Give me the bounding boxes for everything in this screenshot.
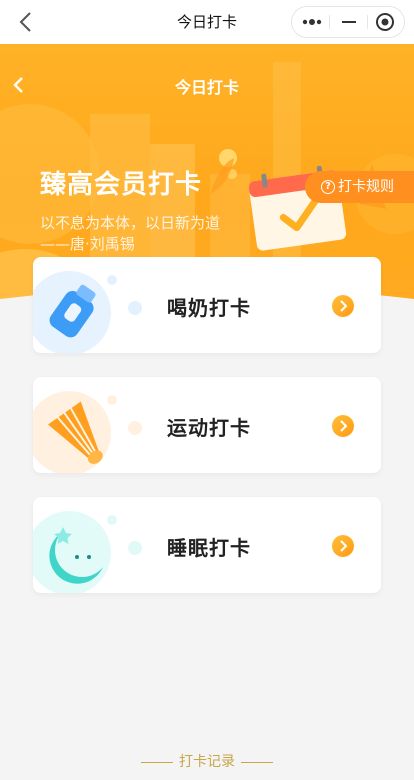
- close-miniprogram-button[interactable]: [368, 7, 406, 37]
- decor-dot: [128, 301, 142, 315]
- checkin-rules-button[interactable]: ? 打卡规则: [305, 171, 414, 203]
- more-menu-button[interactable]: [292, 7, 330, 37]
- miniprogram-capsule: [291, 6, 405, 38]
- more-dots-icon: [302, 19, 322, 25]
- decor-dot: [128, 421, 142, 435]
- chevron-right-icon[interactable]: [332, 535, 354, 557]
- divider-line: [241, 761, 273, 763]
- chevron-right-icon[interactable]: [332, 415, 354, 437]
- card-label: 睡眠打卡: [167, 536, 251, 560]
- minimize-button[interactable]: [330, 7, 368, 37]
- milk-bottle-icon: [49, 284, 96, 338]
- question-circle-icon: ?: [321, 180, 335, 194]
- hero-quote-author: ——唐·刘禹锡: [40, 235, 135, 253]
- rules-label: 打卡规则: [338, 179, 394, 195]
- hero-quote-line: 以不息为本体，以日新为道: [40, 214, 221, 232]
- shuttlecock-icon: [47, 401, 103, 464]
- checkin-record-link[interactable]: 打卡记录: [0, 751, 414, 771]
- chevron-right-icon[interactable]: [332, 295, 354, 317]
- record-label: 打卡记录: [179, 754, 235, 770]
- milk-checkin-card[interactable]: 喝奶打卡: [33, 257, 381, 353]
- sport-checkin-card[interactable]: 运动打卡: [33, 377, 381, 473]
- top-navbar: 今日打卡: [0, 0, 414, 44]
- card-label: 喝奶打卡: [167, 296, 251, 320]
- moon-icon: [49, 527, 103, 584]
- minus-icon: [342, 21, 356, 23]
- card-label: 运动打卡: [167, 416, 251, 440]
- sleep-checkin-card[interactable]: 睡眠打卡: [33, 497, 381, 593]
- target-circle-icon: [376, 13, 394, 31]
- decor-dot: [128, 541, 142, 555]
- divider-line: [141, 761, 173, 763]
- hero-title: 今日打卡: [174, 78, 239, 97]
- hero-heading: 臻高会员打卡: [40, 170, 203, 200]
